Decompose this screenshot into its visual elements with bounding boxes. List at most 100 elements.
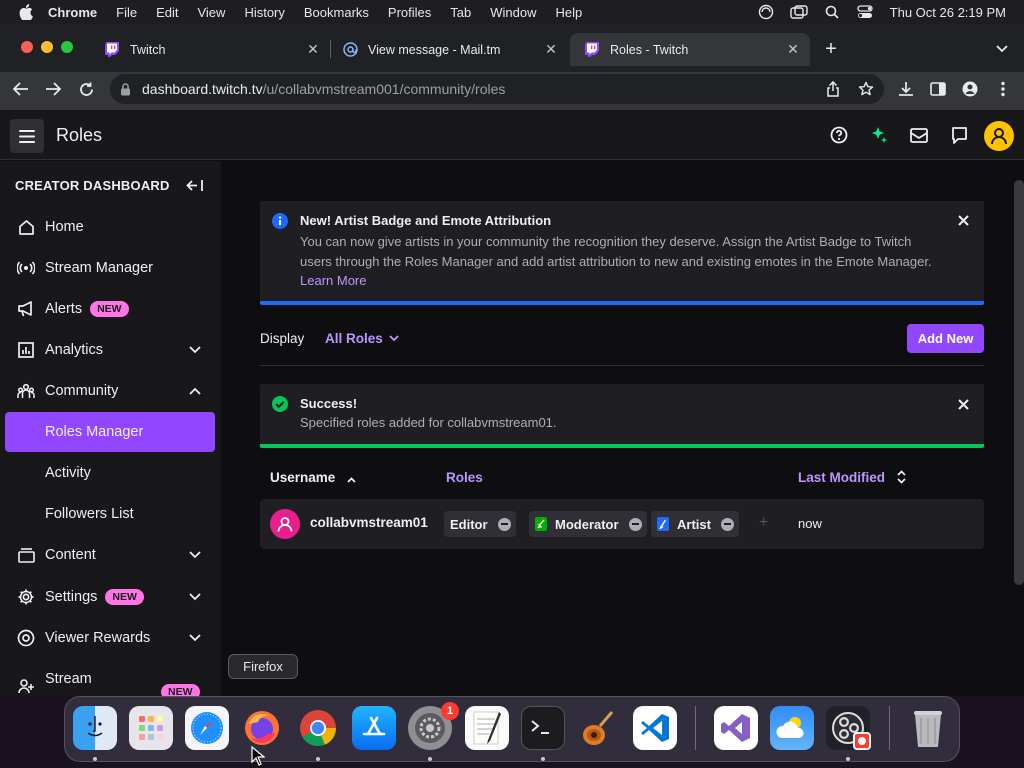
whispers-icon[interactable] — [948, 124, 970, 146]
menu-tab[interactable]: Tab — [450, 5, 471, 20]
side-panel-icon[interactable] — [929, 80, 947, 98]
sidebar-item-label: Alerts — [45, 301, 83, 317]
launchpad-icon[interactable] — [129, 706, 173, 750]
sidebar-item-home[interactable]: Home — [5, 207, 215, 247]
downloads-icon[interactable] — [897, 80, 915, 98]
menu-history[interactable]: History — [244, 5, 284, 20]
remove-role-icon[interactable] — [497, 517, 511, 531]
sidebar-item-roles-manager[interactable]: Roles Manager — [5, 412, 215, 452]
sidebar-item-alerts[interactable]: Alerts NEW — [5, 289, 215, 329]
add-role-icon[interactable]: + — [759, 514, 768, 532]
menu-bookmarks[interactable]: Bookmarks — [304, 5, 369, 20]
minimize-window-button[interactable] — [41, 41, 53, 53]
sidebar-item-analytics[interactable]: Analytics — [5, 330, 215, 370]
running-indicator — [541, 757, 545, 761]
finder-icon[interactable] — [73, 706, 117, 750]
menu-app-name[interactable]: Chrome — [48, 5, 97, 20]
share-icon[interactable] — [824, 80, 842, 98]
success-title: Success! — [300, 396, 358, 411]
remove-role-icon[interactable] — [628, 517, 642, 531]
garageband-icon[interactable] — [577, 706, 621, 750]
twitch-icon — [584, 42, 600, 58]
profile-icon[interactable] — [961, 80, 979, 98]
new-tab-icon[interactable]: + — [820, 38, 842, 60]
twitch-icon — [104, 42, 120, 58]
stage-manager-icon[interactable] — [789, 4, 809, 20]
inbox-icon[interactable] — [908, 124, 930, 146]
sidebar-item-content[interactable]: Content — [5, 535, 215, 575]
app-store-icon[interactable] — [352, 706, 396, 750]
chrome-menu-icon[interactable] — [994, 80, 1012, 98]
close-tab-icon[interactable]: ✕ — [544, 42, 558, 56]
forward-arrow-icon[interactable] — [42, 80, 64, 98]
mail-at-icon — [342, 42, 358, 58]
close-icon[interactable] — [956, 213, 970, 227]
chevron-up-icon[interactable] — [189, 385, 201, 397]
hamburger-menu-icon[interactable] — [10, 119, 44, 153]
close-window-button[interactable] — [21, 41, 33, 53]
remove-role-icon[interactable] — [720, 517, 734, 531]
chevron-down-icon[interactable] — [189, 632, 201, 644]
textedit-icon[interactable] — [465, 706, 509, 750]
column-header-last-modified[interactable]: Last Modified — [798, 470, 906, 487]
chevron-down-icon[interactable] — [189, 549, 201, 561]
role-label: Moderator — [555, 516, 619, 532]
column-header-label: Last Modified — [798, 470, 885, 486]
visual-studio-icon[interactable] — [714, 706, 758, 750]
role-filter-dropdown[interactable]: All Roles — [325, 331, 399, 346]
bookmark-star-icon[interactable] — [857, 80, 875, 98]
running-indicator — [93, 757, 97, 761]
menu-bar-clock[interactable]: Thu Oct 26 2:19 PM — [890, 5, 1006, 20]
screen-sharing-icon[interactable] — [756, 4, 776, 20]
learn-more-link[interactable]: Learn More — [300, 273, 366, 288]
chevron-down-icon[interactable] — [189, 591, 201, 603]
creator-dashboard-sidebar: CREATOR DASHBOARD Home Stream Manager Al… — [0, 161, 221, 696]
menu-file[interactable]: File — [116, 5, 137, 20]
zoom-window-button[interactable] — [61, 41, 73, 53]
control-center-icon[interactable] — [855, 4, 875, 20]
sidebar-item-community[interactable]: Community — [5, 371, 215, 411]
close-icon[interactable] — [956, 397, 970, 411]
trash-icon[interactable] — [906, 706, 950, 750]
menu-help[interactable]: Help — [556, 5, 583, 20]
user-avatar[interactable] — [984, 121, 1014, 151]
add-new-button[interactable]: Add New — [907, 324, 984, 353]
sidebar-item-viewer-rewards[interactable]: Viewer Rewards — [5, 618, 215, 658]
browser-tab-twitch[interactable]: Twitch ✕ — [96, 33, 330, 66]
close-tab-icon[interactable]: ✕ — [306, 42, 320, 56]
address-bar[interactable]: dashboard.twitch.tv /u/collabvmstream001… — [110, 74, 884, 104]
avatar[interactable] — [270, 509, 300, 539]
page-scrollbar[interactable] — [1014, 180, 1024, 585]
banner-title: New! Artist Badge and Emote Attribution — [300, 213, 552, 228]
chrome-icon[interactable] — [296, 706, 340, 750]
menu-view[interactable]: View — [197, 5, 225, 20]
sidebar-item-settings[interactable]: Settings NEW — [5, 577, 215, 617]
sidebar-item-activity[interactable]: Activity — [5, 453, 215, 493]
vscode-icon[interactable] — [633, 706, 677, 750]
weather-icon[interactable] — [770, 706, 814, 750]
reload-icon[interactable] — [75, 80, 97, 98]
column-header-username[interactable]: Username — [270, 470, 356, 486]
menu-profiles[interactable]: Profiles — [388, 5, 431, 20]
browser-tab-mail[interactable]: View message - Mail.tm ✕ — [334, 33, 568, 66]
table-row: collabvmstream01 Editor Moderator Artist… — [260, 499, 984, 549]
collapse-sidebar-icon[interactable] — [186, 178, 204, 192]
terminal-icon[interactable] — [521, 706, 565, 750]
sidebar-item-followers-list[interactable]: Followers List — [5, 494, 215, 534]
sidebar-item-stream-manager[interactable]: Stream Manager — [5, 248, 215, 288]
sparkle-ai-icon[interactable] — [868, 124, 890, 146]
chevron-down-icon[interactable] — [189, 344, 201, 356]
menu-window[interactable]: Window — [490, 5, 536, 20]
back-arrow-icon[interactable] — [10, 80, 32, 98]
browser-tab-roles-twitch[interactable]: Roles - Twitch ✕ — [570, 33, 810, 66]
safari-icon[interactable] — [185, 706, 229, 750]
spotlight-search-icon[interactable] — [822, 4, 842, 20]
firefox-icon[interactable] — [240, 706, 284, 750]
menu-edit[interactable]: Edit — [156, 5, 178, 20]
close-tab-icon[interactable]: ✕ — [786, 42, 800, 56]
sidebar-item-stream-together[interactable]: Stream NEW — [5, 659, 215, 696]
tab-search-chevron-icon[interactable] — [991, 40, 1013, 58]
apple-menu-icon[interactable] — [18, 4, 34, 20]
help-icon[interactable] — [828, 124, 850, 146]
lock-icon[interactable] — [120, 82, 132, 96]
